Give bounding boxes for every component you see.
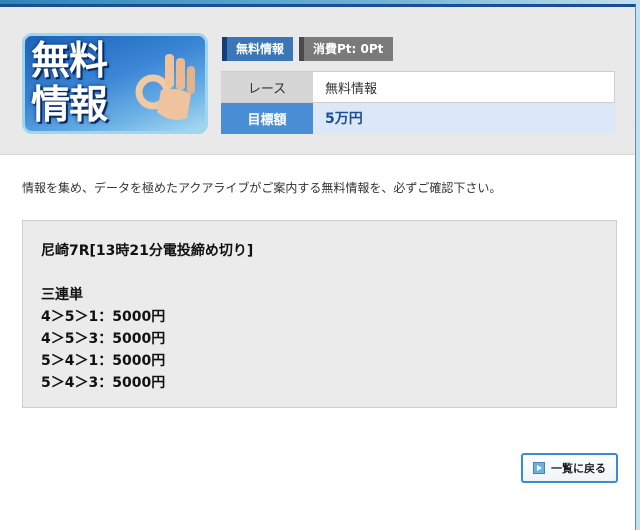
target-row: 目標額 5万円 <box>221 102 615 134</box>
info-table: レース 無料情報 目標額 5万円 <box>221 71 615 134</box>
arrow-right-icon <box>533 462 545 474</box>
tip-race: 尼崎7R[13時21分電投締め切り] <box>41 243 254 259</box>
points-cost-tag: 消費Pt: 0Pt <box>299 37 394 61</box>
tip-box: 尼崎7R[13時21分電投締め切り] 三連単 4＞5＞1：5000円 4＞5＞3… <box>22 220 617 408</box>
target-value: 5万円 <box>313 102 615 134</box>
tag-row: 無料情報 消費Pt: 0Pt <box>222 37 394 61</box>
tip-spacer <box>41 262 598 284</box>
banner-line2: 情報 <box>31 83 108 128</box>
target-label: 目標額 <box>221 102 313 134</box>
banner-line1: 無料 <box>31 39 108 84</box>
race-value: 無料情報 <box>313 71 615 103</box>
tip-bet-type: 三連単 <box>41 287 83 303</box>
tip-pick-4: 5＞4＞3：5000円 <box>41 375 166 391</box>
back-button-label: 一覧に戻る <box>551 462 606 475</box>
free-info-tag: 無料情報 <box>222 37 294 61</box>
intro-text: 情報を集め、データを極めたアクアライブがご案内する無料情報を、必ずご確認下さい。 <box>22 181 502 195</box>
tip-pick-1: 4＞5＞1：5000円 <box>41 309 166 325</box>
back-to-list-button[interactable]: 一覧に戻る <box>521 453 618 483</box>
banner-text: 無料 情報 <box>31 40 121 128</box>
main-card: 無料 情報 無料情報 消費Pt: 0Pt レース 無料情報 目標額 5万円 情報… <box>0 4 636 530</box>
race-row: レース 無料情報 <box>221 71 615 103</box>
free-info-banner: 無料 情報 <box>22 33 208 134</box>
tip-pick-2: 4＞5＞3：5000円 <box>41 331 166 347</box>
tip-pick-3: 5＞4＞1：5000円 <box>41 353 166 369</box>
race-label: レース <box>221 71 313 103</box>
ok-hand-icon <box>135 54 195 120</box>
